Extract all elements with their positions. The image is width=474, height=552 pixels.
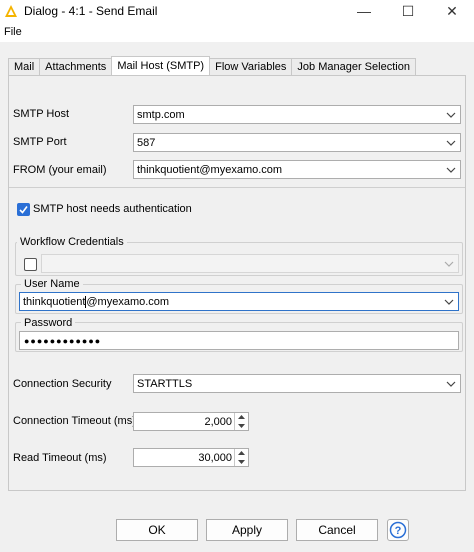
chevron-down-icon[interactable] <box>446 137 456 149</box>
checkmark-icon <box>19 206 28 214</box>
spin-up-icon[interactable] <box>235 449 248 458</box>
maximize-button[interactable]: ☐ <box>386 0 430 22</box>
chevron-down-icon[interactable] <box>446 378 456 390</box>
mail-host-panel: SMTP Host smtp.com SMTP Port 587 FROM (y… <box>8 75 466 491</box>
workflow-credentials-label: Workflow Credentials <box>17 236 127 248</box>
auth-checkbox[interactable] <box>17 203 30 216</box>
tab-mail[interactable]: Mail <box>8 58 41 75</box>
chevron-down-icon[interactable] <box>446 109 456 121</box>
read-timeout-label: Read Timeout (ms) <box>13 452 107 464</box>
tab-mail-host[interactable]: Mail Host (SMTP) <box>111 56 211 75</box>
cancel-button[interactable]: Cancel <box>296 519 378 541</box>
chevron-down-icon[interactable] <box>444 296 454 308</box>
title-bar: Dialog - 4:1 - Send Email — ☐ ✕ <box>0 0 474 22</box>
smtp-port-label: SMTP Port <box>13 136 67 148</box>
separator <box>9 187 465 188</box>
menu-bar: File <box>0 22 474 42</box>
smtp-host-label: SMTP Host <box>13 108 70 120</box>
from-combo[interactable]: thinkquotient@myexamo.com <box>133 160 461 179</box>
minimize-button[interactable]: — <box>342 0 386 22</box>
tab-bar: Mail Attachments Mail Host (SMTP) Flow V… <box>8 56 416 75</box>
spin-up-icon[interactable] <box>235 413 248 422</box>
password-label: Password <box>21 317 76 329</box>
user-name-combo[interactable]: thinkquotient @myexamo.com <box>19 292 459 311</box>
apply-button[interactable]: Apply <box>206 519 288 541</box>
help-button[interactable]: ? <box>387 519 409 541</box>
read-timeout-spinner[interactable]: 30,000 <box>133 448 249 467</box>
svg-text:?: ? <box>395 525 402 537</box>
workflow-credentials-checkbox[interactable] <box>24 258 37 271</box>
tab-attachments[interactable]: Attachments <box>39 58 113 75</box>
menu-file[interactable]: File <box>4 26 22 38</box>
connection-security-combo[interactable]: STARTTLS <box>133 374 461 393</box>
app-icon <box>5 5 17 17</box>
connection-timeout-spinner[interactable]: 2,000 <box>133 412 249 431</box>
smtp-port-combo[interactable]: 587 <box>133 133 461 152</box>
connection-timeout-label: Connection Timeout (ms) <box>13 415 136 427</box>
auth-label: SMTP host needs authentication <box>33 203 192 215</box>
connection-security-label: Connection Security <box>13 378 112 390</box>
from-label: FROM (your email) <box>13 164 107 176</box>
window-title: Dialog - 4:1 - Send Email <box>24 4 158 18</box>
smtp-host-combo[interactable]: smtp.com <box>133 105 461 124</box>
close-button[interactable]: ✕ <box>430 0 474 22</box>
workflow-credentials-combo <box>41 254 459 273</box>
chevron-down-icon[interactable] <box>446 164 456 176</box>
help-icon: ? <box>389 521 407 539</box>
tab-flow-variables[interactable]: Flow Variables <box>209 58 293 75</box>
chevron-down-icon <box>444 258 454 270</box>
password-field[interactable]: ●●●●●●●●●●●● <box>19 331 459 350</box>
spin-down-icon[interactable] <box>235 458 248 467</box>
user-name-label: User Name <box>21 278 83 290</box>
tab-job-manager[interactable]: Job Manager Selection <box>291 58 416 75</box>
spin-down-icon[interactable] <box>235 422 248 431</box>
ok-button[interactable]: OK <box>116 519 198 541</box>
